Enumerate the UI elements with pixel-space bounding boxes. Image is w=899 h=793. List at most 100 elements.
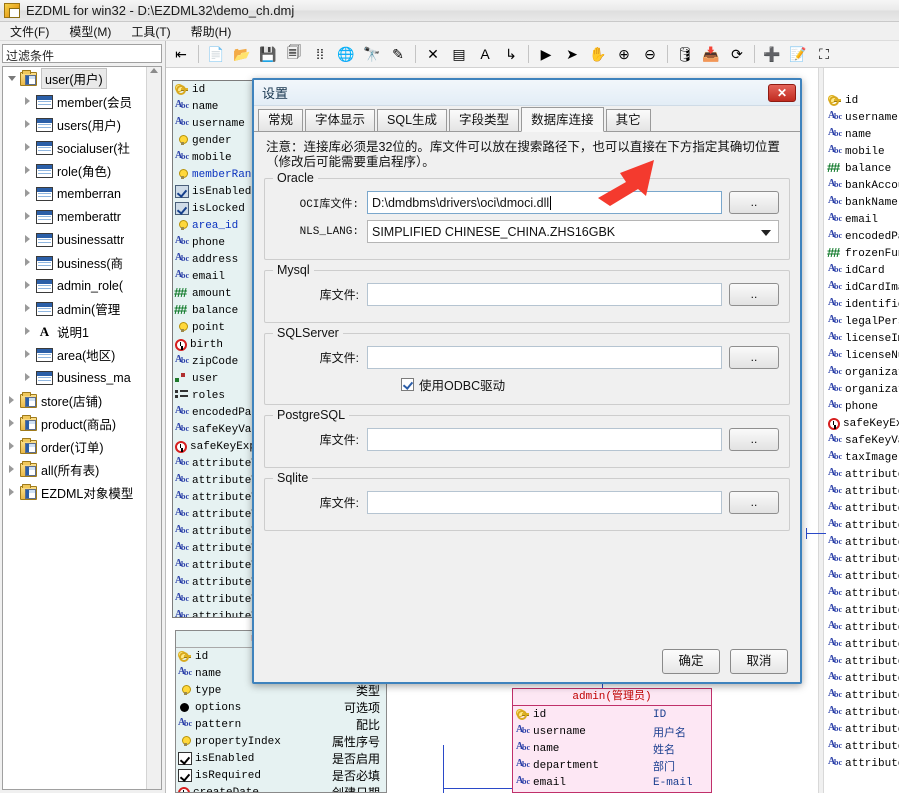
field-row[interactable]: attribute (826, 755, 899, 772)
chevron-right-icon[interactable] (23, 257, 34, 268)
tree-item-15[interactable]: product(商品) (3, 412, 146, 435)
field-row[interactable]: email E-mail (513, 774, 711, 791)
nls-lang-select[interactable]: SIMPLIFIED CHINESE_CHINA.ZHS16GBK (367, 220, 779, 243)
cancel-button[interactable]: 取消 (730, 648, 788, 674)
oracle-lib-path-input[interactable]: D:\dmdbms\drivers\oci\dmoci.dll (367, 191, 722, 214)
menu-help[interactable]: 帮助(H) (181, 21, 242, 42)
field-row[interactable]: bankName (826, 194, 899, 211)
field-row[interactable]: email (826, 211, 899, 228)
zoom-out-icon[interactable]: ⊖ (638, 43, 662, 66)
field-row[interactable]: isLocked (173, 200, 259, 217)
filter-input[interactable]: 过滤条件 (2, 44, 162, 63)
field-row[interactable]: attribute (826, 721, 899, 738)
new-document-icon[interactable]: 📄 (204, 43, 228, 66)
add-field-icon[interactable]: ➕ (760, 43, 784, 66)
field-row[interactable]: attributeV (173, 557, 259, 574)
field-row[interactable]: safeKeyEx (826, 415, 899, 432)
tree-item-14[interactable]: store(店铺) (3, 389, 146, 412)
chevron-right-icon[interactable] (23, 234, 34, 245)
menu-model[interactable]: 模型(M) (59, 21, 121, 42)
field-row[interactable]: identific (826, 296, 899, 313)
sqlite-lib-path-input[interactable] (367, 491, 722, 514)
field-row[interactable]: attribute (826, 653, 899, 670)
chevron-down-icon[interactable] (7, 73, 18, 84)
field-row[interactable]: licenseIm (826, 330, 899, 347)
chevron-right-icon[interactable] (23, 303, 34, 314)
field-row[interactable]: balance (826, 160, 899, 177)
tab-4[interactable]: 数据库连接 (521, 107, 604, 132)
field-row[interactable]: attributeV (173, 455, 259, 472)
zoom-in-icon[interactable]: ⊕ (612, 43, 636, 66)
field-row[interactable]: attribute (826, 738, 899, 755)
chevron-right-icon[interactable] (7, 395, 18, 406)
field-row[interactable]: id (173, 81, 259, 98)
field-row[interactable]: mobile (826, 143, 899, 160)
field-row[interactable]: attribute (826, 483, 899, 500)
find-binoculars-icon[interactable]: 🔭 (360, 43, 384, 66)
field-row[interactable]: attributeV (173, 506, 259, 523)
tree-item-7[interactable]: businessattr (3, 228, 146, 251)
chevron-right-icon[interactable] (23, 165, 34, 176)
tree-item-13[interactable]: business_ma (3, 366, 146, 389)
properties-icon[interactable]: 📝 (786, 43, 810, 66)
field-row[interactable]: idCard (826, 262, 899, 279)
field-row[interactable]: username (826, 109, 899, 126)
field-row[interactable]: name (173, 98, 259, 115)
tab-5[interactable]: 其它 (605, 109, 651, 131)
pencil-edit-icon[interactable]: ✎ (386, 43, 410, 66)
use-odbc-checkbox[interactable] (401, 378, 414, 391)
field-row[interactable]: attribute (826, 704, 899, 721)
tree-scrollbar[interactable] (146, 67, 161, 789)
field-row[interactable]: roles (173, 387, 259, 404)
chevron-right-icon[interactable] (23, 188, 34, 199)
chevron-right-icon[interactable] (23, 280, 34, 291)
field-row[interactable]: name (826, 126, 899, 143)
field-row[interactable]: mobile (173, 149, 259, 166)
field-row[interactable]: birth (173, 336, 259, 353)
field-row[interactable]: attributeV (173, 472, 259, 489)
tree-item-9[interactable]: admin_role( (3, 274, 146, 297)
field-row[interactable]: phone (173, 234, 259, 251)
run-play-icon[interactable]: ▶ (534, 43, 558, 66)
chevron-right-icon[interactable] (23, 372, 34, 383)
field-row[interactable]: pattern 配比 (176, 716, 386, 733)
close-icon[interactable]: ✕ (768, 83, 796, 102)
import-db-icon[interactable]: 📥 (699, 43, 723, 66)
field-row[interactable]: isEnabled (173, 183, 259, 200)
field-row[interactable]: phone (826, 398, 899, 415)
field-row[interactable]: organizat (826, 364, 899, 381)
delete-x-icon[interactable]: ✕ (421, 43, 445, 66)
chevron-right-icon[interactable] (7, 441, 18, 452)
field-row[interactable]: attribute (826, 670, 899, 687)
save-icon[interactable]: 💾 (256, 43, 280, 66)
admin-entity-box[interactable]: admin(管理员) idIDusername用户名name姓名departme… (512, 688, 712, 793)
business-field-list[interactable]: id username name mobile balance bankAccou bank… (826, 92, 899, 793)
field-row[interactable]: balance (173, 302, 259, 319)
field-row[interactable]: attributeV (173, 574, 259, 591)
text-tool-icon[interactable]: A (473, 43, 497, 66)
field-row[interactable]: email (173, 268, 259, 285)
menu-tools[interactable]: 工具(T) (121, 21, 180, 42)
tree-item-11[interactable]: A 说明1 (3, 320, 146, 343)
field-row[interactable]: isEnabled 是否启用 (176, 750, 386, 767)
chevron-down-icon[interactable] (761, 230, 771, 236)
field-row[interactable]: attribute (826, 534, 899, 551)
sqlserver-lib-path-input[interactable] (367, 346, 722, 369)
tree-item-8[interactable]: business(商 (3, 251, 146, 274)
ok-button[interactable]: 确定 (662, 648, 720, 674)
database-icon[interactable]: 🛢 (673, 43, 697, 66)
tree-item-17[interactable]: all(所有表) (3, 458, 146, 481)
tree-item-12[interactable]: area(地区) (3, 343, 146, 366)
field-row[interactable]: isRequired 是否必填 (176, 767, 386, 784)
field-row[interactable]: propertyIndex 属性序号 (176, 733, 386, 750)
tree-item-6[interactable]: memberattr (3, 205, 146, 228)
collapse-panel-icon[interactable]: ⇤ (169, 43, 193, 66)
field-row[interactable]: attribute (826, 500, 899, 517)
field-row[interactable]: bankAccou (826, 177, 899, 194)
tab-3[interactable]: 字段类型 (449, 109, 520, 131)
field-row[interactable]: name 姓名 (513, 740, 711, 757)
field-row[interactable]: attribute (826, 585, 899, 602)
refresh-sync-icon[interactable]: ⟳ (725, 43, 749, 66)
field-row[interactable]: area_id (173, 217, 259, 234)
tree-item-2[interactable]: users(用户) (3, 113, 146, 136)
